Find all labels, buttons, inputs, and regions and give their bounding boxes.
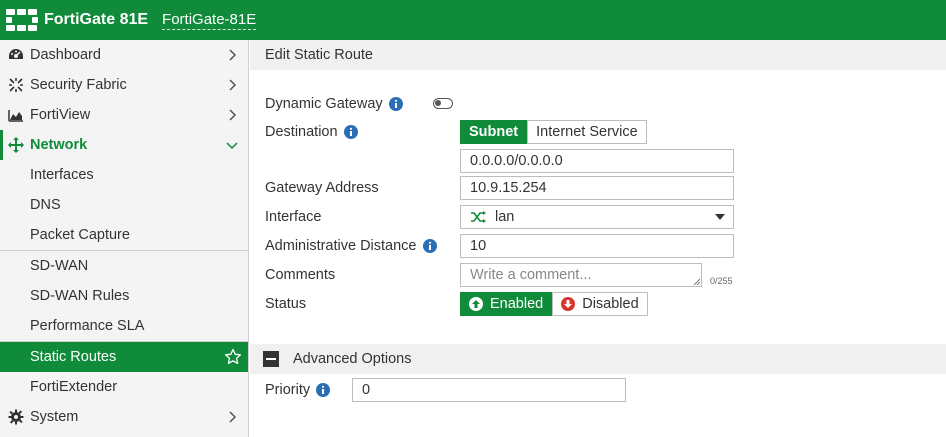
resize-grip-icon[interactable] (693, 278, 700, 285)
chevron-down-icon (226, 142, 238, 150)
caret-down-icon (715, 214, 725, 220)
gear-icon (8, 409, 24, 425)
interface-select[interactable]: lan (460, 205, 734, 229)
sidebar-item-label: FortiView (30, 107, 91, 123)
distance-text: Administrative Distance (265, 238, 417, 254)
top-bar: FortiGate 81E FortiGate-81E (0, 0, 946, 40)
fortiview-icon (8, 107, 24, 123)
destination-row: Destination (265, 121, 358, 143)
comments-placeholder: Write a comment... (470, 267, 592, 283)
info-icon[interactable] (316, 383, 331, 397)
interface-row: Interface (265, 206, 321, 228)
priority-label: Priority (265, 382, 331, 398)
fortinet-logo-icon (6, 9, 38, 31)
sidebar-item-interfaces[interactable]: Interfaces (0, 160, 248, 190)
info-icon[interactable] (343, 125, 358, 139)
destination-type-selector: Subnet Internet Service (460, 120, 647, 144)
advanced-options-label: Advanced Options (293, 351, 412, 367)
destination-text: Destination (265, 124, 338, 140)
security-fabric-icon (8, 77, 24, 93)
sidebar-item-system[interactable]: System (0, 402, 248, 432)
sidebar-item-fortiextender[interactable]: FortiExtender (0, 372, 248, 402)
sidebar-item-sd-wan[interactable]: SD-WAN (0, 251, 248, 281)
sidebar: Dashboard Security Fabric FortiView Netw… (0, 40, 249, 437)
comments-textarea[interactable]: Write a comment... (460, 263, 702, 287)
enabled-label: Enabled (490, 296, 544, 312)
status-row: Status (265, 293, 306, 315)
status-label: Status (265, 296, 307, 312)
sidebar-item-label: Static Routes (30, 349, 117, 365)
dashboard-icon (8, 47, 24, 63)
sidebar-item-performance-sla[interactable]: Performance SLA (0, 311, 248, 341)
info-icon[interactable] (422, 239, 437, 253)
sidebar-item-dashboard[interactable]: Dashboard (0, 40, 248, 70)
disabled-label: Disabled (582, 296, 639, 312)
advanced-options-header[interactable]: Advanced Options (250, 344, 946, 374)
sidebar-item-label: FortiExtender (30, 379, 118, 395)
chevron-right-icon (229, 109, 237, 121)
comments-label: Comments (265, 267, 336, 283)
device-model: FortiGate 81E (44, 11, 149, 28)
page-title: Edit Static Route (250, 40, 946, 70)
arrow-down-circle-icon (561, 297, 576, 311)
star-icon[interactable] (224, 348, 242, 366)
sidebar-item-label: SD-WAN (30, 258, 89, 274)
sidebar-item-network[interactable]: Network (0, 130, 248, 160)
gateway-row: Gateway Address (265, 177, 379, 199)
sidebar-item-label: Interfaces (30, 167, 94, 183)
gateway-address-input[interactable]: 10.9.15.254 (460, 176, 734, 200)
sidebar-item-static-routes[interactable]: Static Routes (0, 342, 248, 372)
chevron-right-icon (229, 79, 237, 91)
sidebar-item-sd-wan-rules[interactable]: SD-WAN Rules (0, 281, 248, 311)
subnet-option[interactable]: Subnet (460, 120, 528, 144)
distance-label: Administrative Distance (265, 238, 437, 254)
dynamic-gateway-text: Dynamic Gateway (265, 96, 383, 112)
priority-row: Priority (265, 379, 331, 401)
sidebar-item-fortiview[interactable]: FortiView (0, 100, 248, 130)
priority-text: Priority (265, 382, 311, 398)
chevron-right-icon (229, 411, 237, 423)
internet-service-option[interactable]: Internet Service (527, 120, 647, 144)
distance-row: Administrative Distance (265, 235, 437, 257)
interface-value: lan (495, 209, 515, 225)
sidebar-item-packet-capture[interactable]: Packet Capture (0, 220, 248, 250)
sidebar-item-security-fabric[interactable]: Security Fabric (0, 70, 248, 100)
sidebar-item-label: Packet Capture (30, 227, 130, 243)
hostname-link[interactable]: FortiGate-81E (162, 11, 257, 30)
info-icon[interactable] (388, 97, 403, 111)
gateway-label: Gateway Address (265, 180, 379, 196)
chevron-right-icon (229, 49, 237, 61)
status-selector: Enabled Disabled (460, 292, 648, 316)
comments-row: Comments (265, 264, 335, 286)
enabled-option[interactable]: Enabled (460, 292, 553, 316)
sidebar-item-label: SD-WAN Rules (30, 288, 130, 304)
destination-label: Destination (265, 124, 358, 140)
dynamic-gateway-toggle[interactable] (433, 98, 453, 109)
interface-label: Interface (265, 209, 322, 225)
priority-input[interactable]: 0 (352, 378, 626, 402)
sidebar-item-label: Performance SLA (30, 318, 145, 334)
distance-input[interactable]: 10 (460, 234, 734, 258)
sidebar-item-dns[interactable]: DNS (0, 190, 248, 220)
collapse-icon[interactable] (263, 351, 279, 367)
arrow-up-circle-icon (469, 297, 483, 311)
disabled-option[interactable]: Disabled (552, 292, 648, 316)
shuffle-icon (471, 211, 486, 223)
sidebar-item-label: Network (30, 137, 88, 153)
destination-subnet-input[interactable]: 0.0.0.0/0.0.0.0 (460, 149, 734, 173)
main-panel: Edit Static Route Dynamic Gateway Destin… (250, 40, 946, 437)
sidebar-item-label: Security Fabric (30, 77, 127, 93)
dynamic-gateway-label: Dynamic Gateway (265, 96, 403, 112)
comments-counter: 0/255 (710, 276, 733, 286)
network-icon (8, 137, 24, 153)
dynamic-gateway-row: Dynamic Gateway (265, 93, 403, 115)
sidebar-item-label: System (30, 409, 79, 425)
sidebar-item-label: Dashboard (30, 47, 101, 63)
sidebar-item-label: DNS (30, 197, 61, 213)
